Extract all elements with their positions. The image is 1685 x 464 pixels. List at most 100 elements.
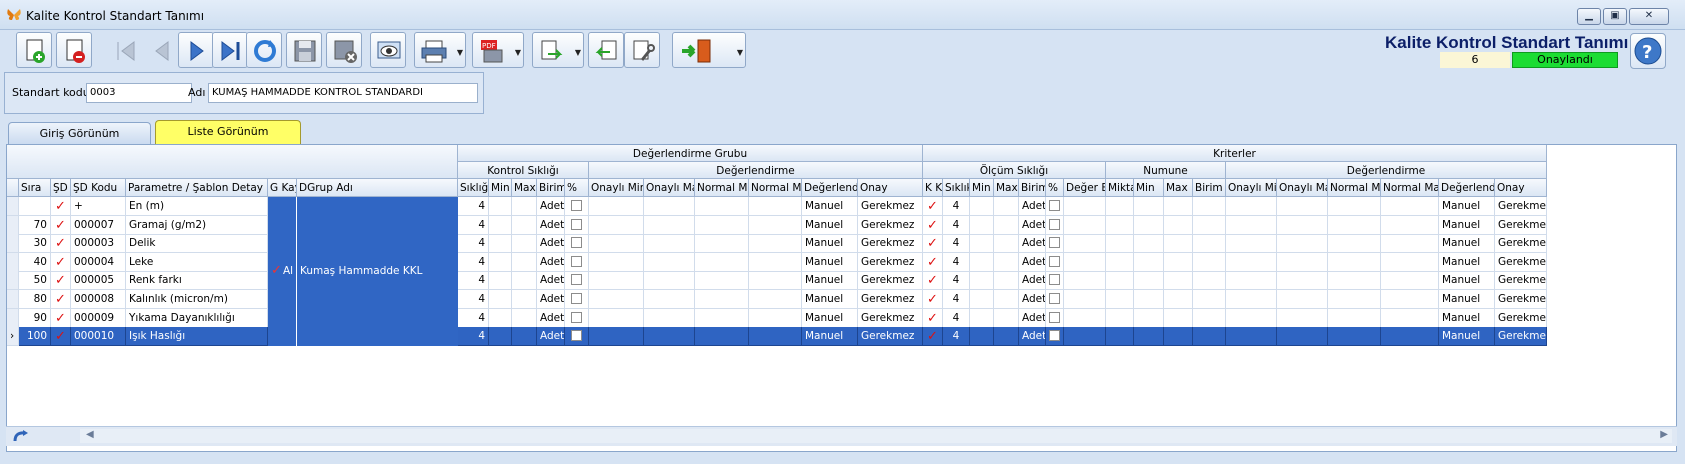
value-cell [1277, 234, 1328, 253]
column-header[interactable]: Max [1164, 179, 1193, 197]
pdf-button[interactable]: PDF ▼ [472, 32, 524, 68]
column-header[interactable]: Birim [1193, 179, 1226, 197]
value-cell [1064, 309, 1106, 328]
name-field[interactable]: KUMAŞ HAMMADDE KONTROL STANDARDI [208, 83, 478, 103]
row-indicator[interactable] [7, 271, 19, 290]
column-header[interactable]: ŞD [51, 179, 71, 197]
column-header[interactable]: DGrup Adı [297, 179, 458, 197]
row-indicator[interactable] [7, 253, 19, 272]
column-header[interactable]: Onay [858, 179, 923, 197]
column-header[interactable]: Onay [1495, 179, 1547, 197]
percent-checkbox[interactable] [571, 311, 582, 323]
row-indicator[interactable]: › [7, 327, 19, 346]
row-indicator[interactable] [7, 290, 19, 309]
percent-checkbox[interactable] [1049, 273, 1060, 285]
column-header[interactable]: Mikta [1106, 179, 1134, 197]
percent-checkbox[interactable] [571, 199, 582, 211]
row-indicator[interactable] [7, 216, 19, 235]
column-header[interactable]: Değer Bir [1064, 179, 1106, 197]
save-button[interactable] [286, 32, 322, 68]
preview-button[interactable] [370, 32, 406, 68]
column-header[interactable]: % [565, 179, 589, 197]
percent-checkbox[interactable] [1049, 199, 1060, 211]
column-header[interactable]: % [1046, 179, 1064, 197]
scroll-left-icon[interactable]: ◀ [86, 429, 94, 440]
new-record-button[interactable] [16, 32, 52, 68]
print-button[interactable]: ▼ [414, 32, 466, 68]
percent-checkbox[interactable] [571, 218, 582, 230]
column-header[interactable]: Sıklık [943, 179, 970, 197]
value-cell [1226, 234, 1277, 253]
tab-giris-gorunum[interactable]: Giriş Görünüm [8, 122, 151, 145]
column-header[interactable]: K K [923, 179, 943, 197]
value-cell [1381, 309, 1439, 328]
export-button[interactable]: ▼ [532, 32, 584, 68]
column-header[interactable]: Onaylı Max [1277, 179, 1328, 197]
percent-checkbox[interactable] [1049, 218, 1060, 230]
column-header[interactable]: Normal Min [1328, 179, 1381, 197]
percent-checkbox[interactable] [1049, 292, 1060, 304]
prev-button[interactable] [142, 32, 178, 68]
column-header[interactable]: Birim [1019, 179, 1046, 197]
column-header[interactable]: Normal Min [695, 179, 749, 197]
percent-checkbox[interactable] [571, 273, 582, 285]
refresh-grid-icon[interactable] [12, 429, 32, 445]
band-degerlendirme-grubu: Değerlendirme Grubu [458, 145, 923, 162]
row-indicator[interactable] [7, 234, 19, 253]
column-header[interactable]: Normal Max [1381, 179, 1439, 197]
percent-checkbox[interactable] [1049, 311, 1060, 323]
min-cell [489, 216, 512, 235]
percent-checkbox[interactable] [571, 329, 582, 341]
percent-checkbox[interactable] [571, 255, 582, 267]
birim-cell: Adet [537, 234, 565, 253]
code-field[interactable]: 0003 [86, 83, 192, 103]
column-header[interactable]: Sıra [19, 179, 51, 197]
column-header[interactable]: Birim [537, 179, 565, 197]
column-header[interactable]: ŞD Kodu [71, 179, 126, 197]
maximize-button[interactable]: ▣ [1603, 8, 1627, 25]
first-button[interactable] [106, 32, 142, 68]
column-header[interactable]: Normal Max [749, 179, 802, 197]
refresh-button[interactable] [246, 32, 282, 68]
column-header[interactable]: G Kay [268, 179, 297, 197]
help-button[interactable]: ? [1630, 33, 1666, 69]
column-header[interactable]: Min [970, 179, 994, 197]
delete-record-button[interactable] [56, 32, 92, 68]
tab-liste-gorunum[interactable]: Liste Görünüm [155, 120, 301, 145]
column-header[interactable]: Onaylı Min [589, 179, 644, 197]
minimize-button[interactable]: ▁ [1577, 8, 1601, 25]
close-button[interactable]: ✕ [1629, 8, 1669, 25]
percent-checkbox[interactable] [1049, 236, 1060, 248]
value-cell [1134, 327, 1164, 346]
scroll-right-icon[interactable]: ▶ [1660, 429, 1668, 440]
column-header[interactable]: Değerlendir [802, 179, 858, 197]
column-header[interactable]: Değerlendir [1439, 179, 1495, 197]
k-max-cell [994, 234, 1019, 253]
value-cell [1226, 253, 1277, 272]
percent-checkbox[interactable] [1049, 255, 1060, 267]
column-header[interactable]: Max [994, 179, 1019, 197]
column-header[interactable]: Onaylı Min [1226, 179, 1277, 197]
column-header[interactable]: Sıklığı [458, 179, 489, 197]
row-indicator[interactable] [7, 309, 19, 328]
exit-button[interactable]: ▼ [672, 32, 746, 68]
column-header[interactable]: Max [512, 179, 537, 197]
percent-checkbox[interactable] [571, 292, 582, 304]
import-button[interactable] [588, 32, 624, 68]
column-header[interactable]: Parametre / Şablon Detay [126, 179, 268, 197]
last-button[interactable] [212, 32, 248, 68]
checkmark-icon: ✓ [55, 199, 66, 214]
horizontal-scrollbar[interactable]: ◀ ▶ [80, 429, 1672, 443]
percent-checkbox[interactable] [571, 236, 582, 248]
percent-checkbox[interactable] [1049, 329, 1060, 341]
column-header[interactable]: Min [489, 179, 512, 197]
row-indicator[interactable] [7, 197, 19, 216]
column-header[interactable]: Min [1134, 179, 1164, 197]
cancel-button[interactable] [326, 32, 362, 68]
column-header[interactable]: Onaylı Max [644, 179, 695, 197]
onay-cell: Gerekmez [858, 290, 923, 309]
value-cell [589, 234, 644, 253]
next-button[interactable] [178, 32, 214, 68]
value-cell [1193, 234, 1226, 253]
tools-button[interactable] [624, 32, 660, 68]
